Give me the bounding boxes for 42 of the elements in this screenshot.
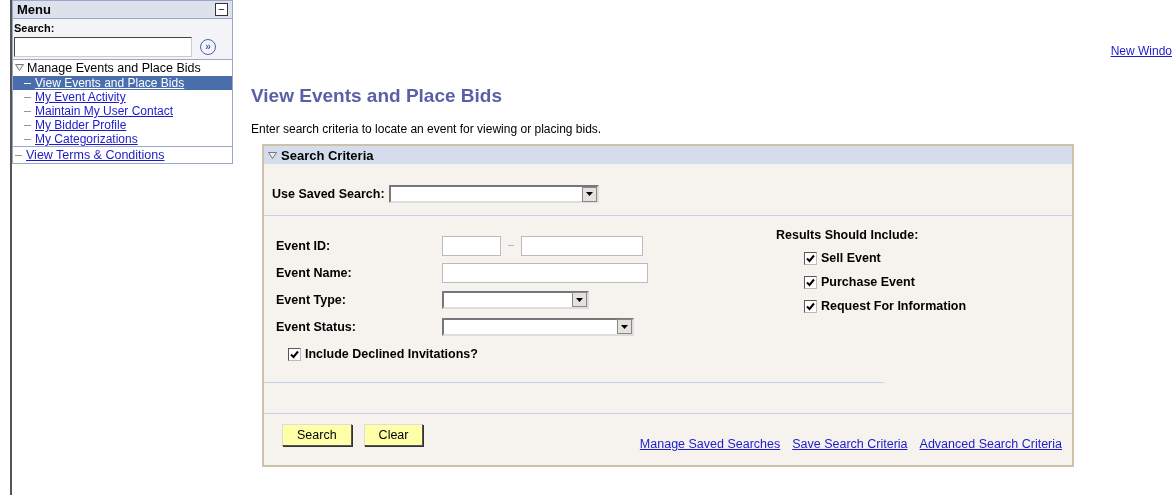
menu-item[interactable]: My Categorizations (13, 132, 232, 146)
input-field[interactable] (442, 235, 501, 256)
new-window-link[interactable]: New Windo (1110, 44, 1172, 60)
checkbox[interactable] (804, 275, 817, 289)
expand-triangle-icon[interactable] (268, 151, 277, 159)
expand-triangle-icon[interactable] (15, 64, 24, 71)
field-label: Use Saved Search: (272, 187, 385, 201)
link[interactable]: Advanced Search Criteria (919, 437, 1062, 451)
action-button[interactable]: Clear (363, 424, 424, 446)
checkbox[interactable] (804, 299, 817, 313)
menu-item[interactable]: My Event Activity (13, 90, 232, 104)
menu-folder[interactable]: Manage Events and Place Bids (27, 61, 201, 76)
section-header[interactable]: Search Criteria (264, 146, 1072, 164)
field-label: Event Status: (276, 319, 357, 334)
dropdown[interactable] (442, 317, 634, 336)
field-label: Event Type: (276, 292, 347, 307)
checkbox[interactable] (804, 251, 817, 265)
menu-title: Menu (17, 2, 51, 17)
checkbox-label: Purchase Event (821, 275, 915, 289)
checkbox[interactable] (288, 347, 301, 361)
link[interactable]: Manage Saved Searches (639, 437, 781, 451)
instructions-text: Enter search criteria to locate an event for viewing or placing bids. (251, 122, 603, 136)
search-label: Search: (14, 22, 56, 34)
dropdown[interactable] (442, 290, 589, 309)
group-label: Results Should Include: (776, 228, 920, 242)
collapse-button[interactable]: − (215, 3, 228, 16)
menu-item[interactable]: View Terms & Conditions (13, 146, 232, 163)
input-field[interactable] (521, 235, 643, 256)
input-field[interactable] (442, 262, 648, 283)
link[interactable]: Save Search Criteria (792, 437, 908, 451)
field-label: Event ID: (276, 238, 332, 253)
menu-item[interactable]: My Bidder Profile (13, 118, 232, 132)
checkbox-label: Sell Event (821, 251, 881, 265)
checkbox-label: Request For Information (821, 299, 967, 313)
menu-item[interactable]: View Events and Place Bids (13, 76, 232, 90)
page-title: View Events and Place Bids (251, 85, 502, 107)
menu-item[interactable]: Maintain My User Contact (13, 104, 232, 118)
field-label: Event Name: (276, 265, 353, 280)
saved-search-dropdown[interactable] (388, 185, 599, 203)
action-button[interactable]: Search (282, 424, 352, 446)
search-field[interactable] (14, 37, 192, 57)
checkbox-label: Include Declined Invitations? (305, 347, 478, 361)
